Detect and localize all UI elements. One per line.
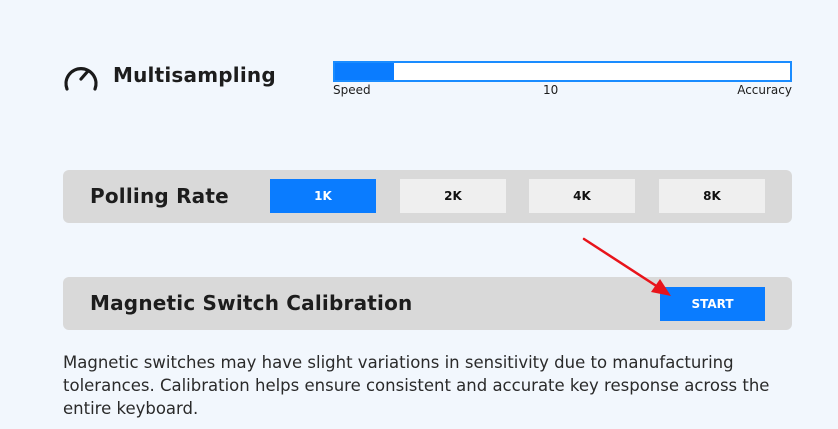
speedometer-icon [64, 67, 98, 91]
multisampling-slider[interactable] [333, 61, 792, 82]
polling-rate-2k-button[interactable]: 2K [400, 179, 506, 213]
slider-label-accuracy: Accuracy [737, 83, 792, 97]
slider-label-speed: Speed [333, 83, 371, 97]
multisampling-slider-fill[interactable] [335, 63, 395, 80]
slider-value: 10 [543, 83, 559, 97]
settings-page: Multisampling Speed 10 Accuracy Polling … [0, 0, 838, 429]
calibration-panel: Magnetic Switch Calibration START [63, 277, 792, 330]
multisampling-title: Multisampling [113, 63, 276, 87]
polling-rate-8k-button[interactable]: 8K [659, 179, 765, 213]
polling-rate-title: Polling Rate [90, 184, 229, 208]
annotation-arrow-icon [582, 237, 671, 296]
calibration-description: Magnetic switches may have slight variat… [63, 353, 770, 418]
polling-rate-4k-button[interactable]: 4K [529, 179, 635, 213]
polling-rate-panel: Polling Rate 1K 2K 4K 8K [63, 170, 792, 223]
calibration-title: Magnetic Switch Calibration [90, 291, 413, 315]
polling-rate-1k-button[interactable]: 1K [270, 179, 376, 213]
